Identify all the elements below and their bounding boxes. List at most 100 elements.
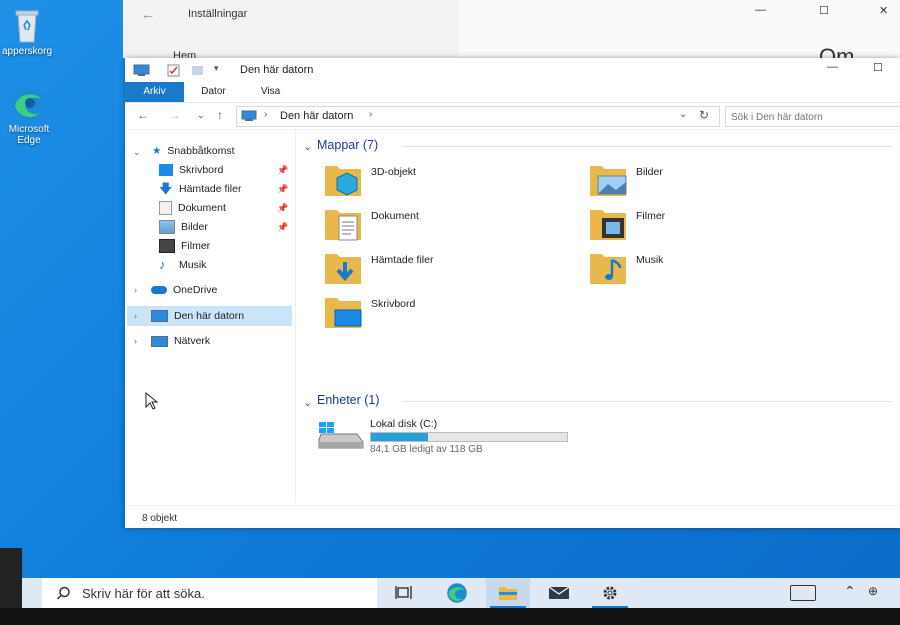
maximize-icon[interactable]: ☐ (819, 4, 829, 17)
back-arrow-icon[interactable]: ← (137, 108, 149, 122)
settings-content: Om — ☐ ✕ (459, 0, 900, 69)
folder-dokument[interactable]: Dokument (323, 204, 563, 244)
explorer-title: Den här datorn (240, 64, 314, 76)
taskbar: Skriv här för att söka. ⌃ ⊕ (22, 578, 900, 608)
navigation-pane: ⌄ ★ Snabbåtkomst Skrivbord 📌 🡇 Hämtade fil… (125, 130, 296, 502)
settings-icon (603, 586, 617, 600)
computer-icon (151, 310, 168, 323)
expand-chevron-icon[interactable]: › (134, 285, 137, 295)
collapse-chevron-icon[interactable]: ⌄ (303, 140, 312, 153)
breadcrumb-chevron-icon[interactable]: › (264, 109, 267, 120)
downloads-folder-icon (325, 254, 361, 284)
network-tray-icon[interactable]: ⊕ (868, 584, 878, 598)
group-divider (402, 146, 892, 147)
nav-item-dokument[interactable]: Dokument 📌 (159, 199, 289, 217)
local-disk-c[interactable]: Lokal disk (C:) 84,1 GB ledigt av 118 GB (317, 418, 597, 458)
edge-taskbar-button[interactable] (435, 578, 479, 608)
tab-arkiv[interactable]: Arkiv (125, 82, 184, 102)
show-hidden-icons-chevron-icon[interactable]: ⌃ (844, 583, 856, 600)
expand-chevron-icon[interactable]: › (134, 311, 137, 321)
nav-item-musik[interactable]: ♪ Musik (159, 256, 206, 274)
tab-dator[interactable]: Dator (191, 82, 236, 102)
task-view-icon (395, 586, 412, 599)
task-view-button[interactable] (382, 578, 426, 608)
collapse-chevron-icon[interactable]: ⌄ (303, 396, 312, 409)
new-folder-icon[interactable] (191, 64, 204, 77)
pin-icon: 📌 (277, 222, 289, 232)
mail-icon (548, 586, 570, 599)
drive-usage-fill (371, 433, 428, 441)
minimize-icon[interactable]: — (755, 4, 766, 16)
breadcrumb-chevron-icon[interactable]: › (369, 109, 372, 120)
recent-locations-icon[interactable]: ⌄ (197, 110, 205, 121)
pin-icon: 📌 (277, 203, 289, 213)
nav-onedrive[interactable]: OneDrive (151, 281, 217, 299)
settings-taskbar-button[interactable] (588, 578, 632, 608)
devices-group-header[interactable]: Enheter (1) (317, 393, 380, 407)
music-icon: ♪ (159, 257, 166, 273)
settings-window: ← Inställningar Hem Om — ☐ ✕ (123, 0, 900, 69)
desktop-folder-icon (325, 298, 362, 328)
ribbon-tabs: Arkiv Dator Visa (125, 82, 900, 103)
recycle-bin-icon (15, 10, 39, 43)
group-divider (402, 401, 892, 402)
properties-icon[interactable] (167, 64, 180, 77)
pictures-icon (159, 220, 175, 235)
mail-taskbar-button[interactable] (537, 578, 581, 608)
download-icon: 🡇 (159, 181, 173, 197)
maximize-icon[interactable]: ☐ (873, 61, 883, 74)
up-arrow-icon[interactable]: ↑ (217, 108, 223, 122)
music-folder-icon (590, 254, 626, 284)
folder-filmer[interactable]: Filmer (588, 204, 828, 244)
document-icon (159, 201, 172, 216)
minimize-icon[interactable]: — (827, 61, 838, 73)
back-arrow-icon[interactable]: ← (141, 6, 155, 22)
documents-folder-icon (325, 210, 361, 241)
refresh-icon[interactable]: ↻ (699, 108, 709, 122)
taskbar-search-box[interactable]: Skriv här för att söka. (42, 578, 377, 608)
nav-this-pc[interactable]: Den här datorn (151, 307, 244, 325)
expand-chevron-icon[interactable]: › (134, 336, 137, 346)
address-dropdown-icon[interactable]: ⌄ (679, 109, 687, 120)
nav-item-bilder[interactable]: Bilder 📌 (159, 218, 289, 236)
drive-name: Lokal disk (C:) (370, 418, 438, 430)
tab-visa[interactable]: Visa (248, 82, 293, 102)
folder-musik[interactable]: Musik (588, 248, 828, 288)
expand-chevron-icon[interactable]: ⌄ (133, 147, 141, 158)
nav-item-hamtade-filer[interactable]: 🡇 Hämtade filer 📌 (159, 180, 289, 198)
nav-network[interactable]: Nätverk (151, 332, 210, 350)
search-input[interactable] (726, 109, 900, 126)
people-button[interactable] (790, 585, 816, 601)
star-icon: ★ (152, 145, 162, 157)
nav-quick-access[interactable]: ★ Snabbåtkomst (152, 142, 235, 160)
folder-bilder[interactable]: Bilder (588, 160, 828, 200)
recycle-bin-desktop-icon[interactable]: apperskorg (0, 8, 62, 57)
folder-hamtade-filer[interactable]: Hämtade filer (323, 248, 563, 288)
drive-usage-bar (370, 432, 568, 442)
nav-item-skrivbord[interactable]: Skrivbord 📌 (159, 161, 289, 179)
search-icon (56, 586, 70, 600)
network-icon (151, 335, 168, 347)
folder-3d-objekt[interactable]: 3D-objekt (323, 160, 563, 200)
customize-toolbar-icon[interactable]: ▾ (214, 63, 219, 74)
pictures-folder-icon (590, 166, 627, 196)
screen-bezel-bottom (0, 608, 900, 625)
address-bar[interactable]: › Den här datorn › ⌄ ↻ (236, 106, 720, 127)
forward-arrow-icon[interactable]: → (169, 108, 181, 122)
file-explorer-taskbar-button[interactable] (486, 578, 530, 608)
nav-item-filmer[interactable]: Filmer (159, 237, 210, 255)
search-box[interactable] (725, 106, 900, 127)
videos-folder-icon (590, 210, 626, 240)
drive-free-space: 84,1 GB ledigt av 118 GB (370, 444, 483, 455)
edge-icon (447, 583, 467, 603)
pin-icon: 📌 (277, 165, 289, 175)
edge-desktop-icon[interactable]: Microsoft Edge (0, 86, 64, 146)
close-icon[interactable]: ✕ (879, 4, 888, 17)
screen-bezel-left (0, 548, 22, 608)
computer-icon (241, 110, 257, 121)
folders-group-header[interactable]: Mappar (7) (317, 138, 378, 152)
content-pane: ⌄ Mappar (7) 3D-objekt Bilder Dokument F… (297, 130, 900, 502)
folder-skrivbord[interactable]: Skrivbord (323, 292, 563, 332)
recycle-bin-label: apperskorg (1, 46, 53, 57)
computer-icon (133, 64, 150, 76)
